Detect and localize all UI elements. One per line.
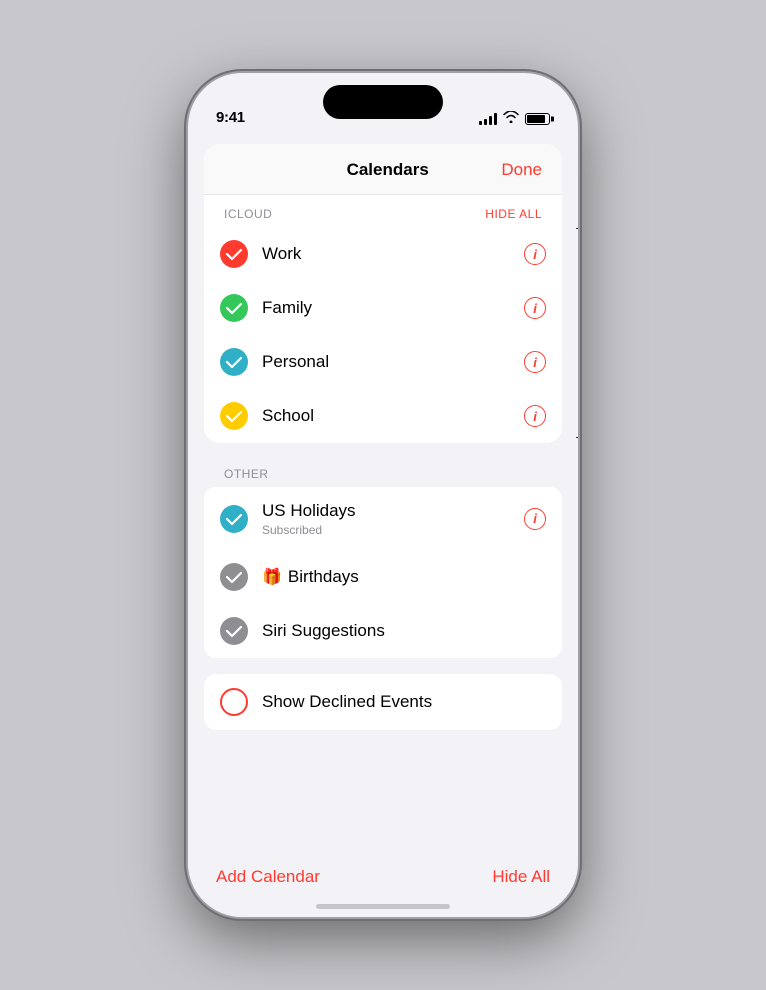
gift-icon: 🎁 — [262, 569, 282, 586]
battery-icon — [525, 113, 550, 125]
calendar-item-siri[interactable]: Siri Suggestions — [204, 604, 562, 658]
status-icons — [479, 111, 550, 126]
check-circle-personal — [220, 348, 248, 376]
work-text-group: Work — [262, 243, 524, 265]
calendar-item-work[interactable]: Work i — [204, 227, 562, 281]
calendar-item-birthdays[interactable]: 🎁Birthdays — [204, 550, 562, 604]
calendar-item-school[interactable]: School i — [204, 389, 562, 443]
other-calendar-list: US Holidays Subscribed i 🎁Birthdays — [204, 487, 562, 658]
show-declined-card[interactable]: Show Declined Events — [204, 674, 562, 730]
modal-header: Calendars Done — [204, 144, 562, 195]
modal-card: Calendars Done ICLOUD HIDE ALL Work — [204, 144, 562, 443]
other-section: OTHER US Holidays Subscribed i — [188, 459, 578, 658]
check-circle-work — [220, 240, 248, 268]
calendar-item-family[interactable]: Family i — [204, 281, 562, 335]
personal-name: Personal — [262, 351, 524, 373]
school-name: School — [262, 405, 524, 427]
school-info-button[interactable]: i — [524, 405, 546, 427]
other-section-label: OTHER — [188, 459, 578, 487]
dynamic-island — [323, 85, 443, 119]
personal-text-group: Personal — [262, 351, 524, 373]
icloud-calendar-list: Work i Family i — [204, 227, 562, 443]
decline-item[interactable]: Show Declined Events — [204, 674, 562, 730]
check-circle-siri — [220, 617, 248, 645]
birthdays-name: 🎁Birthdays — [262, 566, 546, 589]
calendar-item-personal[interactable]: Personal i — [204, 335, 562, 389]
us-holidays-info-button[interactable]: i — [524, 508, 546, 530]
siri-text-group: Siri Suggestions — [262, 620, 546, 642]
work-name: Work — [262, 243, 524, 265]
bracket — [576, 228, 578, 438]
add-calendar-button[interactable]: Add Calendar — [216, 867, 320, 887]
wifi-icon — [503, 111, 519, 126]
declined-label: Show Declined Events — [262, 691, 432, 713]
personal-info-button[interactable]: i — [524, 351, 546, 373]
school-text-group: School — [262, 405, 524, 427]
family-text-group: Family — [262, 297, 524, 319]
family-info-button[interactable]: i — [524, 297, 546, 319]
hide-all-button[interactable]: HIDE ALL — [485, 207, 542, 221]
status-time: 9:41 — [216, 109, 245, 126]
home-indicator — [316, 904, 450, 909]
us-holidays-name: US Holidays — [262, 500, 524, 522]
declined-empty-circle — [220, 688, 248, 716]
icloud-label-text: ICLOUD — [224, 207, 272, 221]
signal-icon — [479, 113, 497, 125]
modal-title: Calendars — [274, 160, 501, 180]
calendar-item-us-holidays[interactable]: US Holidays Subscribed i — [204, 487, 562, 550]
other-label-text: OTHER — [224, 467, 269, 481]
work-info-button[interactable]: i — [524, 243, 546, 265]
check-circle-birthdays — [220, 563, 248, 591]
hide-all-bottom-button[interactable]: Hide All — [492, 867, 550, 887]
family-name: Family — [262, 297, 524, 319]
us-holidays-text-group: US Holidays Subscribed — [262, 500, 524, 537]
us-holidays-sub: Subscribed — [262, 523, 524, 537]
check-circle-us-holidays — [220, 505, 248, 533]
siri-name: Siri Suggestions — [262, 620, 546, 642]
check-circle-school — [220, 402, 248, 430]
icloud-section-label: ICLOUD HIDE ALL — [204, 195, 562, 227]
birthdays-text-group: 🎁Birthdays — [262, 566, 546, 589]
done-button[interactable]: Done — [501, 160, 542, 180]
screen-content: Calendars Done ICLOUD HIDE ALL Work — [188, 132, 578, 917]
phone-frame: 9:41 Ca — [188, 73, 578, 917]
check-circle-family — [220, 294, 248, 322]
